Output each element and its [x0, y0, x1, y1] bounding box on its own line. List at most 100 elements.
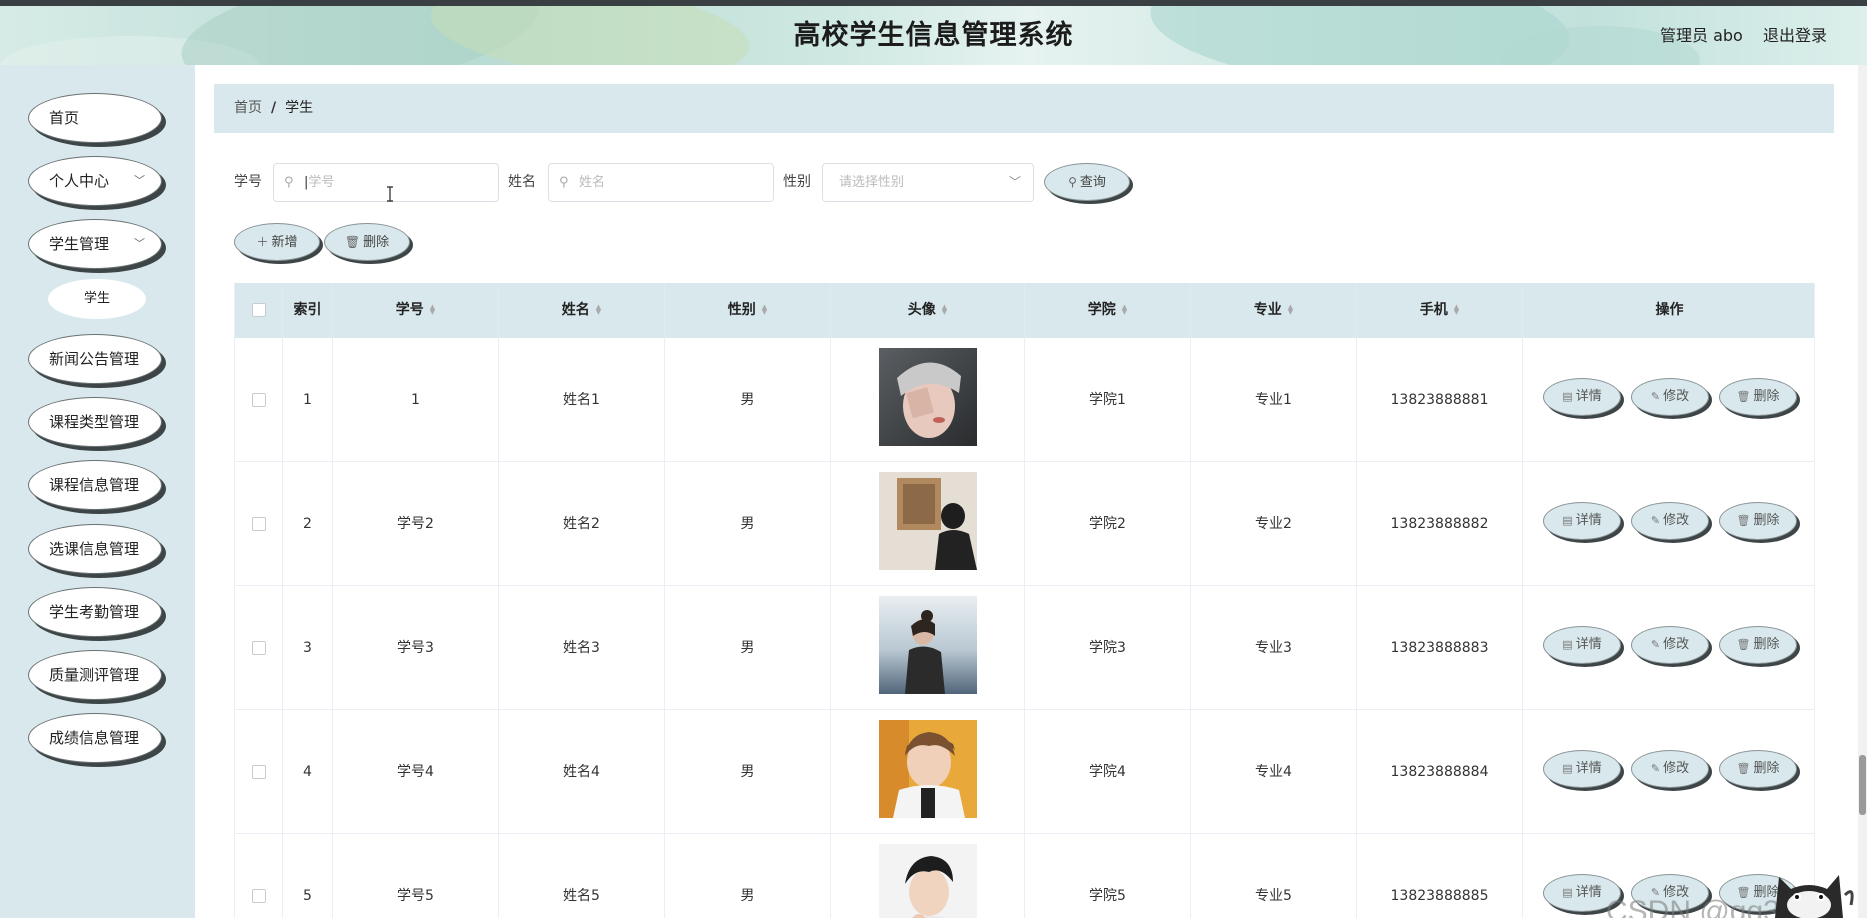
sidebar-item-course-type[interactable]: 课程类型管理	[28, 397, 162, 447]
app-title: 高校学生信息管理系统	[793, 20, 1074, 51]
cell-name: 姓名3	[499, 586, 665, 710]
sort-icon[interactable]: ▲ ▼	[1454, 304, 1459, 316]
sidebar-item-home[interactable]: 首页	[28, 93, 162, 143]
edit-button[interactable]: ✎ 修改	[1631, 378, 1709, 416]
document-icon: ▤	[1562, 762, 1573, 775]
table-header: 索引 学号 ▲ ▼ 姓名 ▲ ▼ 性别 ▲ ▼ 头像 ▲ ▼ 学院 ▲ ▼ 专业 ▲ ▼ 手机 ▲ ▼ 操作	[235, 283, 1814, 338]
row-select-cell	[235, 586, 283, 710]
detail-button[interactable]: ▤ 详情	[1543, 750, 1621, 788]
delete-button[interactable]: 🗑 删除	[1719, 626, 1797, 664]
name-input[interactable]: ⚲ 姓名	[548, 163, 774, 202]
column-header-gender[interactable]: 性别 ▲ ▼	[665, 283, 831, 338]
trash-icon: 🗑	[1736, 638, 1751, 651]
sidebar-item-student-management[interactable]: 学生管理 ﹀	[28, 219, 162, 269]
column-header-avatar[interactable]: 头像 ▲ ▼	[831, 283, 1025, 338]
delete-button[interactable]: 🗑 删除	[1719, 378, 1797, 416]
table-row: 5 学号5 姓名5 男 学院5 专业5 13823888885 ▤ 详情 ✎ 修改 …	[235, 834, 1814, 918]
cell-actions: ▤ 详情 ✎ 修改 🗑 删除	[1523, 338, 1814, 462]
current-user-label: 管理员 abo	[1660, 26, 1743, 45]
sort-icon[interactable]: ▲ ▼	[942, 304, 947, 316]
column-header-student-id[interactable]: 学号 ▲ ▼	[333, 283, 499, 338]
document-icon: ▤	[1562, 886, 1573, 899]
cell-phone: 13823888881	[1357, 338, 1523, 462]
breadcrumb: 首页 / 学生	[214, 84, 1834, 133]
column-header-name[interactable]: 姓名 ▲ ▼	[499, 283, 665, 338]
pencil-icon: ✎	[1650, 390, 1661, 403]
cell-college: 学院5	[1025, 834, 1191, 918]
gender-placeholder: 请选择性别	[839, 175, 905, 190]
sidebar-item-label: 选课信息管理	[49, 540, 140, 558]
cell-phone: 13823888885	[1357, 834, 1523, 918]
sort-icon[interactable]: ▲ ▼	[430, 304, 435, 316]
sidebar-item-quality-eval[interactable]: 质量测评管理	[28, 650, 162, 700]
cell-major: 专业3	[1191, 586, 1357, 710]
sidebar-item-news[interactable]: 新闻公告管理	[28, 334, 162, 384]
sidebar-item-label: 课程类型管理	[49, 413, 140, 431]
student-id-label: 学号	[234, 174, 262, 190]
cell-name: 姓名4	[499, 710, 665, 834]
sort-icon[interactable]: ▲ ▼	[596, 304, 601, 316]
sidebar-item-attendance[interactable]: 学生考勤管理	[28, 587, 162, 637]
student-id-placeholder: 学号	[308, 175, 335, 190]
pencil-icon: ✎	[1650, 762, 1661, 775]
column-header-phone[interactable]: 手机 ▲ ▼	[1357, 283, 1523, 338]
cell-college: 学院2	[1025, 462, 1191, 586]
sidebar-item-grades[interactable]: 成绩信息管理	[28, 713, 162, 763]
sidebar-item-label: 成绩信息管理	[49, 729, 140, 747]
edit-button[interactable]: ✎ 修改	[1631, 626, 1709, 664]
cell-student-id: 学号2	[333, 462, 499, 586]
cell-actions: ▤ 详情 ✎ 修改 🗑 删除	[1523, 586, 1814, 710]
sidebar-item-label: 课程信息管理	[49, 476, 140, 494]
search-icon: ⚲	[1068, 175, 1077, 189]
delete-button-label: 删除	[363, 235, 390, 250]
detail-button[interactable]: ▤ 详情	[1543, 626, 1621, 664]
cell-major: 专业5	[1191, 834, 1357, 918]
delete-button[interactable]: 🗑 删除	[1719, 750, 1797, 788]
gender-select[interactable]: 请选择性别 ﹀	[822, 163, 1034, 202]
sort-icon[interactable]: ▲ ▼	[1122, 304, 1127, 316]
sidebar-item-label: 新闻公告管理	[49, 350, 140, 368]
row-checkbox[interactable]	[251, 641, 266, 655]
sidebar-item-course-selection[interactable]: 选课信息管理	[28, 524, 162, 574]
add-button[interactable]: ＋新增	[234, 223, 320, 261]
row-checkbox[interactable]	[251, 765, 266, 779]
row-checkbox[interactable]	[251, 889, 266, 903]
cell-avatar	[831, 586, 1025, 710]
detail-button[interactable]: ▤ 详情	[1543, 378, 1621, 416]
select-all-checkbox[interactable]	[251, 303, 266, 317]
logout-link[interactable]: 退出登录	[1763, 6, 1827, 65]
chevron-down-icon: ﹀	[1008, 175, 1021, 189]
detail-button[interactable]: ▤ 详情	[1543, 502, 1621, 540]
table-row: 1 1 姓名1 男 学院1 专业1 13823888881 ▤ 详情 ✎ 修改 🗑 删…	[235, 338, 1814, 462]
cat-mascot-icon	[1775, 875, 1854, 918]
batch-delete-button[interactable]: 🗑 删除	[324, 223, 410, 261]
column-header-college[interactable]: 学院 ▲ ▼	[1025, 283, 1191, 338]
avatar	[879, 844, 977, 918]
delete-button[interactable]: 🗑 删除	[1719, 502, 1797, 540]
cell-index: 5	[283, 834, 333, 918]
cell-actions: ▤ 详情 ✎ 修改 🗑 删除	[1523, 710, 1814, 834]
sidebar-item-course-info[interactable]: 课程信息管理	[28, 460, 162, 510]
sidebar-item-personal-center[interactable]: 个人中心 ﹀	[28, 156, 162, 206]
edit-button[interactable]: ✎ 修改	[1631, 502, 1709, 540]
cell-name: 姓名2	[499, 462, 665, 586]
breadcrumb-home[interactable]: 首页	[234, 100, 262, 116]
sidebar-subitem-student[interactable]: 学生	[48, 279, 146, 319]
cell-phone: 13823888884	[1357, 710, 1523, 834]
column-header-major[interactable]: 专业 ▲ ▼	[1191, 283, 1357, 338]
sort-icon[interactable]: ▲ ▼	[762, 304, 767, 316]
row-select-cell	[235, 338, 283, 462]
cell-avatar	[831, 710, 1025, 834]
row-checkbox[interactable]	[251, 393, 266, 407]
cell-college: 学院1	[1025, 338, 1191, 462]
document-icon: ▤	[1562, 638, 1573, 651]
query-button[interactable]: ⚲ 查询	[1044, 163, 1130, 201]
row-checkbox[interactable]	[251, 517, 266, 531]
cell-major: 专业2	[1191, 462, 1357, 586]
cell-name: 姓名1	[499, 338, 665, 462]
plus-icon: ＋	[256, 235, 269, 249]
cell-student-id: 学号3	[333, 586, 499, 710]
edit-button[interactable]: ✎ 修改	[1631, 750, 1709, 788]
sort-icon[interactable]: ▲ ▼	[1288, 304, 1293, 316]
scrollbar-thumb[interactable]	[1859, 755, 1866, 815]
